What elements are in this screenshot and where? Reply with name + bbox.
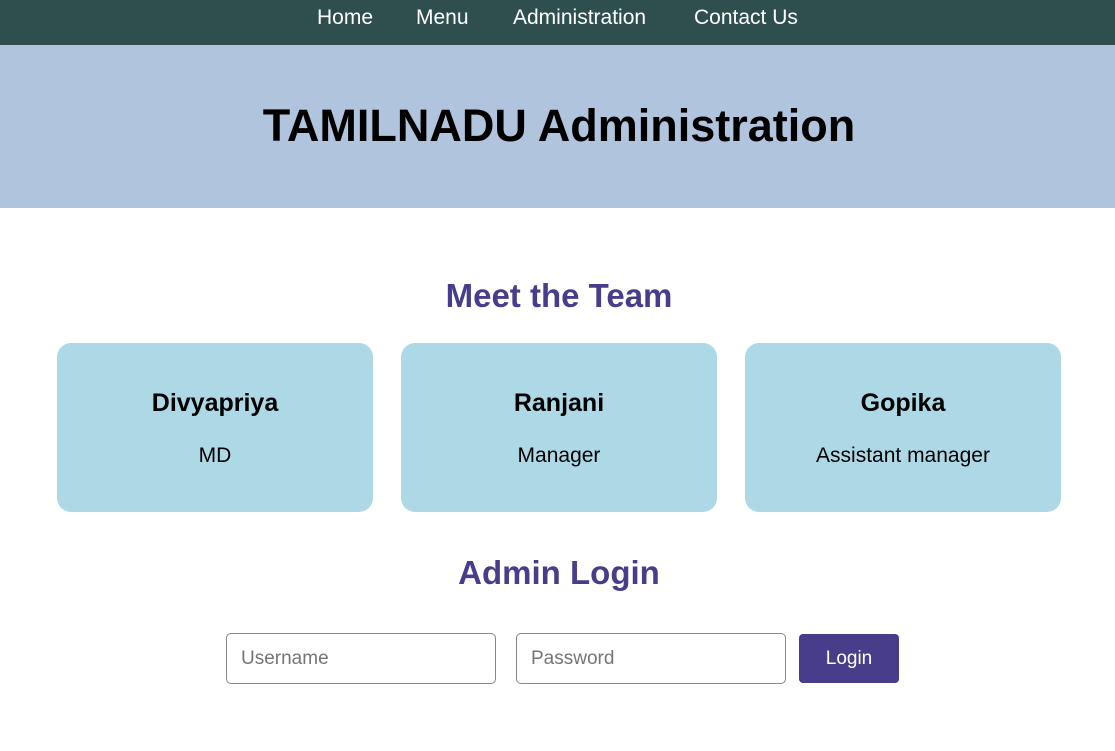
team-member-name: Gopika xyxy=(860,389,946,417)
nav-link-administration[interactable]: Administration xyxy=(513,5,646,31)
team-member-role: Assistant manager xyxy=(816,444,990,467)
team-member-name: Divyapriya xyxy=(151,389,279,417)
nav-link-menu[interactable]: Menu xyxy=(416,5,469,31)
login-section-title: Admin Login xyxy=(458,554,660,591)
nav-link-contact-us[interactable]: Contact Us xyxy=(694,5,798,31)
login-button[interactable]: Login xyxy=(799,634,899,683)
team-card: Divyapriya MD xyxy=(57,343,373,512)
nav-link-home[interactable]: Home xyxy=(317,5,373,31)
password-input[interactable] xyxy=(516,633,786,684)
team-member-name: Ranjani xyxy=(513,389,605,417)
team-section-title: Meet the Team xyxy=(445,277,673,314)
hero-banner: TAMILNADU Administration xyxy=(0,45,1115,208)
username-input[interactable] xyxy=(226,633,496,684)
top-nav: Home Menu Administration Contact Us xyxy=(0,0,1115,45)
team-member-role: Manager xyxy=(517,444,601,467)
team-card: Ranjani Manager xyxy=(401,343,717,512)
team-member-role: MD xyxy=(198,444,232,467)
team-card: Gopika Assistant manager xyxy=(745,343,1061,512)
page-title: TAMILNADU Administration xyxy=(262,100,856,151)
